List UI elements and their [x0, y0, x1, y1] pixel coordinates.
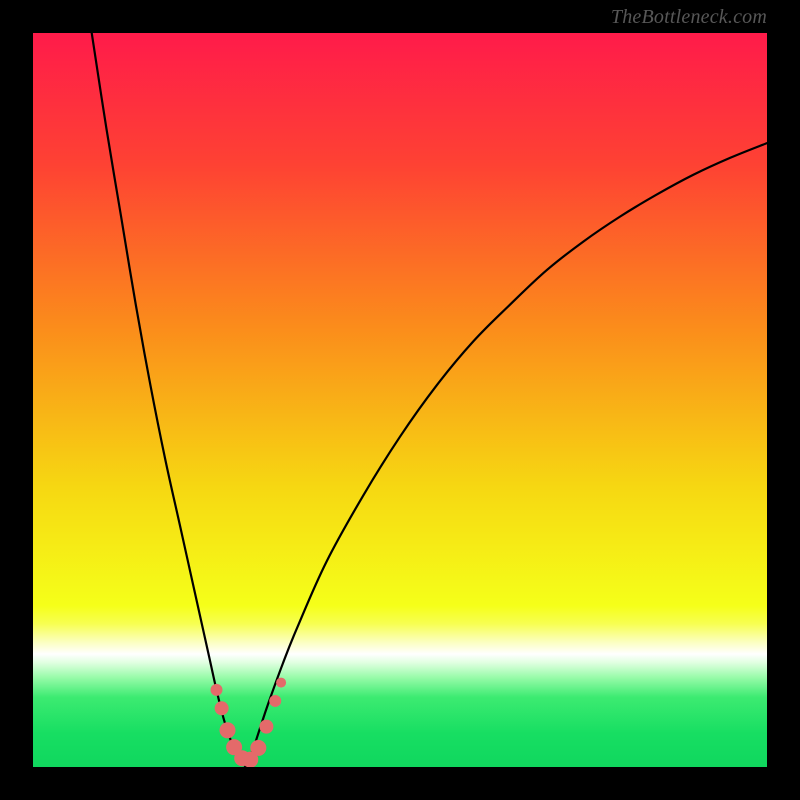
chart-svg [33, 33, 767, 767]
gradient-background [33, 33, 767, 767]
valley-dot [276, 678, 286, 688]
valley-dot [259, 720, 273, 734]
valley-dot [269, 695, 281, 707]
valley-dot [211, 684, 223, 696]
watermark-text: TheBottleneck.com [611, 6, 767, 29]
valley-dot [215, 701, 229, 715]
valley-dot [250, 740, 266, 756]
chart-area [33, 33, 767, 767]
valley-dot [220, 722, 236, 738]
